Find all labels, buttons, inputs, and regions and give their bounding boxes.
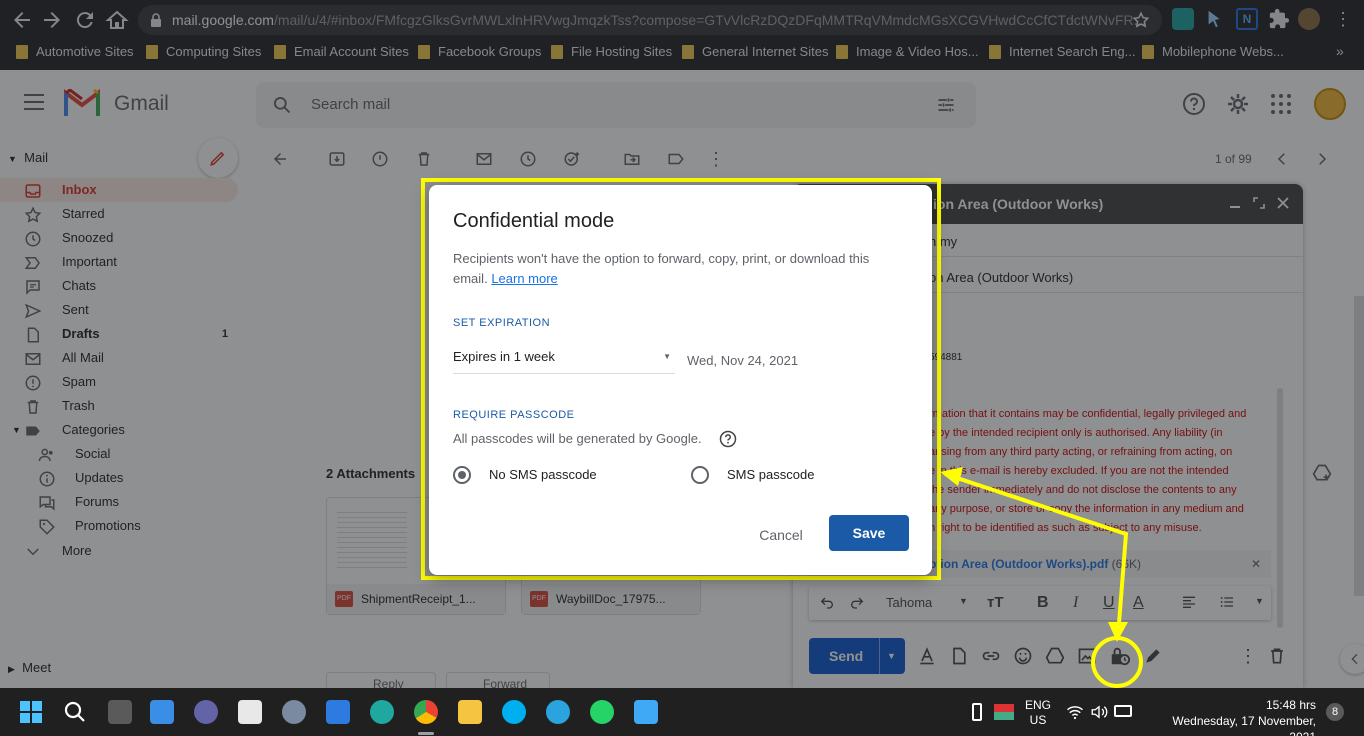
passcode-note: All passcodes will be generated by Googl… bbox=[453, 431, 702, 446]
save-button[interactable]: Save bbox=[829, 515, 909, 551]
volume-icon[interactable] bbox=[1090, 703, 1108, 721]
battery-icon[interactable] bbox=[1114, 705, 1132, 717]
wifi-icon[interactable] bbox=[1066, 704, 1084, 720]
teams-chat-icon[interactable] bbox=[194, 700, 218, 724]
notepad-icon[interactable] bbox=[634, 700, 658, 724]
chrome-browser-icon[interactable] bbox=[414, 700, 438, 724]
expiration-heading: SET EXPIRATION bbox=[453, 317, 551, 329]
date-text: Wednesday, 17 November, 2021 bbox=[1172, 714, 1316, 736]
clock-area[interactable]: 15:48 hrs Wednesday, 17 November, 2021 bbox=[1146, 697, 1316, 736]
language-bottom: US bbox=[1029, 713, 1047, 727]
file-explorer-icon[interactable] bbox=[458, 700, 482, 724]
telegram-icon[interactable] bbox=[546, 700, 570, 724]
edge-browser-icon[interactable] bbox=[370, 700, 394, 724]
language-top: ENG bbox=[1025, 698, 1052, 712]
confidential-mode-dialog: Confidential mode Recipients won't have … bbox=[429, 185, 932, 575]
sms-passcode-label: SMS passcode bbox=[727, 467, 815, 482]
notification-badge[interactable]: 8 bbox=[1326, 703, 1344, 721]
windows-taskbar: ENG US 15:48 hrs Wednesday, 17 November,… bbox=[0, 688, 1364, 736]
expiration-value: Expires in 1 week bbox=[453, 349, 555, 364]
passcode-heading: REQUIRE PASSCODE bbox=[453, 409, 575, 421]
radio-unselected-icon[interactable] bbox=[691, 466, 709, 484]
help-circle-icon[interactable] bbox=[719, 430, 737, 448]
time-text: 15:48 hrs bbox=[1265, 698, 1316, 712]
dropdown-arrow-icon[interactable]: ▼ bbox=[663, 352, 671, 361]
no-sms-passcode-radio[interactable]: No SMS passcode bbox=[453, 465, 653, 485]
settings-app-icon[interactable] bbox=[282, 700, 306, 724]
dialog-description: Recipients won't have the option to forw… bbox=[453, 249, 903, 289]
windows-start-icon[interactable] bbox=[20, 701, 42, 723]
store-icon[interactable] bbox=[238, 700, 262, 724]
active-app-indicator bbox=[418, 732, 434, 735]
phone-app-icon[interactable] bbox=[326, 700, 350, 724]
skype-icon[interactable] bbox=[502, 700, 526, 724]
widgets-icon[interactable] bbox=[150, 700, 174, 724]
sms-passcode-radio[interactable]: SMS passcode bbox=[691, 465, 891, 485]
task-view-icon[interactable] bbox=[108, 700, 132, 724]
whatsapp-icon[interactable] bbox=[590, 700, 614, 724]
dialog-title: Confidential mode bbox=[453, 210, 615, 232]
taskbar-search-icon[interactable] bbox=[63, 700, 87, 724]
radio-selected-icon[interactable] bbox=[453, 466, 471, 484]
learn-more-link[interactable]: Learn more bbox=[491, 271, 557, 286]
expiration-date: Wed, Nov 24, 2021 bbox=[687, 353, 799, 368]
cancel-button[interactable]: Cancel bbox=[741, 517, 821, 553]
language-indicator[interactable]: ENG US bbox=[1025, 698, 1051, 728]
expiration-select[interactable]: Expires in 1 week ▼ bbox=[453, 349, 675, 374]
usb-device-icon[interactable] bbox=[972, 703, 982, 721]
tray-app-icon[interactable] bbox=[994, 704, 1014, 720]
no-sms-passcode-label: No SMS passcode bbox=[489, 467, 597, 482]
